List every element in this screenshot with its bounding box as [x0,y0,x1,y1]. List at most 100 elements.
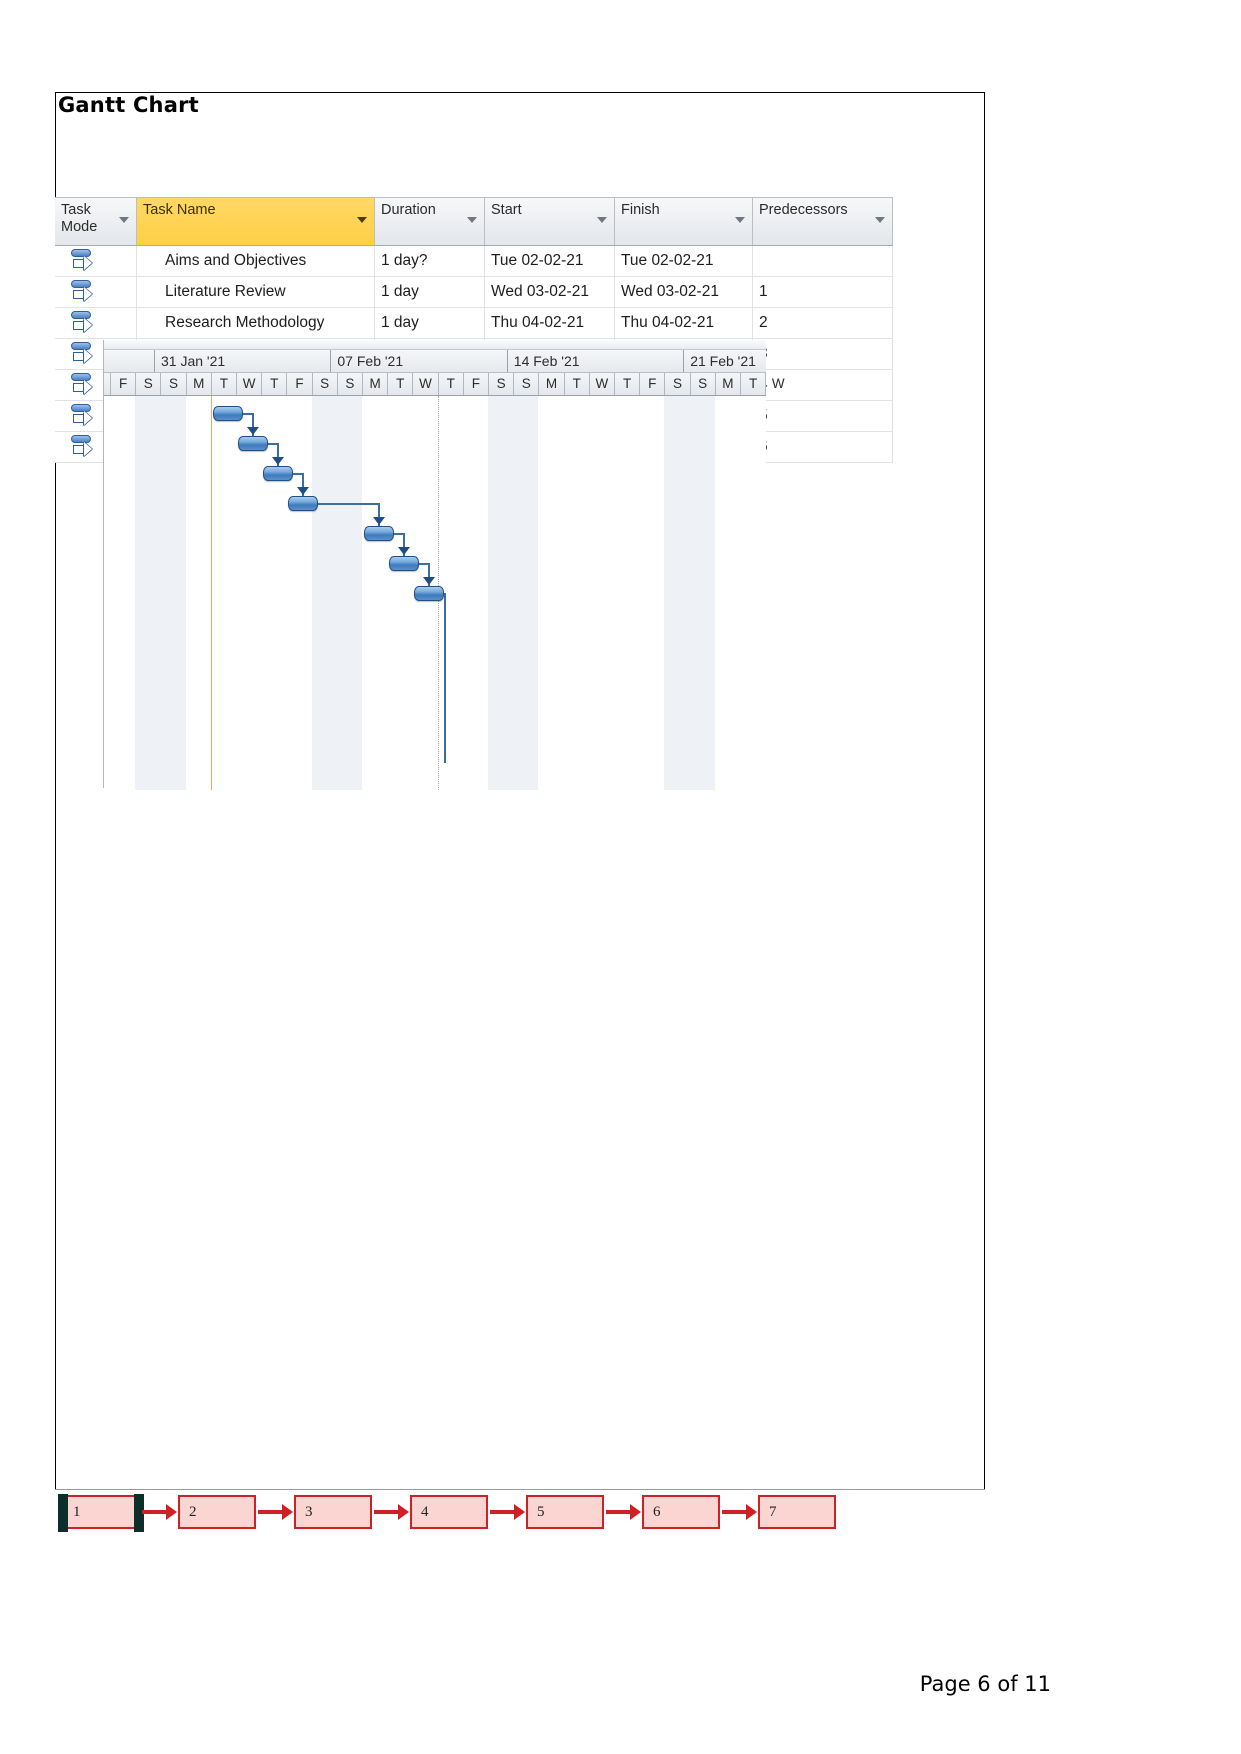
timeline-day-header: FSSMTWTFSSMTWTFSSMTWTFSSMTW [104,373,785,396]
dependency-arrow-icon [373,517,385,525]
chevron-down-icon[interactable] [357,217,367,223]
dependency-arrow-icon [423,577,436,585]
cell-start[interactable]: Tue 02-02-21 [485,246,615,276]
flow-node[interactable]: 4 [410,1495,488,1529]
column-header-task-mode[interactable]: Task Mode [55,198,137,245]
dependency-link [419,563,429,565]
dependency-link [268,443,278,445]
cell-start[interactable]: Wed 03-02-21 [485,277,615,307]
cell-task-name[interactable]: Research Methodology [137,308,375,338]
flow-connector [374,1510,398,1514]
cell-task-name[interactable]: Literature Review [137,277,375,307]
flow-node[interactable]: 7 [758,1495,836,1529]
chevron-down-icon[interactable] [467,217,477,223]
timeline-day-cell: W [412,373,437,395]
timeline-day-cell: S [513,373,538,395]
column-header-predecessors[interactable]: Predecessors [753,198,893,245]
timeline-day-cell: F [462,373,488,395]
column-header-finish[interactable]: Finish [615,198,753,245]
flow-diagram: 1 2 3 4 5 6 7 [58,1494,852,1532]
timeline-day-cell: T [563,373,589,395]
manually-scheduled-icon [71,249,93,273]
table-row[interactable]: Literature Review 1 day Wed 03-02-21 Wed 03… [55,277,893,308]
flow-arrow-icon [398,1504,409,1520]
page-number: Page 6 of 11 [919,1672,1051,1696]
flow-node-selected[interactable]: 1 [58,1494,144,1532]
gantt-bar[interactable] [389,556,420,571]
timeline-day-cell: S [664,373,689,395]
gantt-bar[interactable] [288,496,319,511]
flow-connector [258,1510,282,1514]
timeline-week-label: 07 Feb '21 [330,350,506,372]
weekend-shading [488,396,514,790]
gantt-splitter-bar[interactable] [104,340,766,350]
timeline-day-cell: T [437,373,463,395]
flow-arrow-icon [282,1504,293,1520]
dependency-link [394,533,404,535]
flow-node[interactable]: 6 [642,1495,720,1529]
flow-connector [142,1510,166,1514]
dependency-link [293,473,303,475]
manually-scheduled-icon [71,435,93,459]
flow-node-label: 1 [73,1504,81,1520]
chevron-down-icon[interactable] [735,217,745,223]
column-header-finish-label: Finish [621,202,660,218]
flow-node-label: 6 [653,1504,661,1520]
chevron-down-icon[interactable] [875,217,885,223]
timeline-day-cell: F [286,373,311,395]
flow-arrow-icon [166,1504,177,1520]
manually-scheduled-icon [71,280,93,304]
cell-duration[interactable]: 1 day [375,308,485,338]
gantt-chart-body[interactable] [104,396,766,790]
flow-node[interactable]: 3 [294,1495,372,1529]
cell-duration[interactable]: 1 day? [375,246,485,276]
cell-start[interactable]: Thu 04-02-21 [485,308,615,338]
chevron-down-icon[interactable] [119,217,129,223]
flow-node[interactable]: 2 [178,1495,256,1529]
timeline-day-cell: T [387,373,412,395]
timeline-day-cell: M [362,373,387,395]
column-header-start[interactable]: Start [485,198,615,245]
dependency-link [444,593,446,763]
cell-predecessors[interactable]: 1 [753,277,893,307]
column-header-start-label: Start [491,202,522,218]
status-date-line [210,396,212,790]
timeline-day-cell: S [311,373,337,395]
column-header-duration[interactable]: Duration [375,198,485,245]
manually-scheduled-icon [71,373,93,397]
flow-node-label: 3 [305,1504,313,1520]
timeline-day-cell: S [160,373,185,395]
cell-task-mode[interactable] [55,246,137,276]
column-header-task-name[interactable]: Task Name [137,198,375,245]
gantt-bar[interactable] [414,586,445,601]
gantt-bar[interactable] [212,406,243,421]
page-title: Gantt Chart [58,93,199,117]
timeline-day-cell: W [765,373,790,395]
cell-task-mode[interactable] [55,308,137,338]
dependency-link [242,413,252,415]
cell-predecessors[interactable] [753,246,893,276]
cell-predecessors[interactable]: 6 [753,432,893,462]
cell-duration[interactable]: 1 day [375,277,485,307]
cell-finish[interactable]: Wed 03-02-21 [615,277,753,307]
table-row[interactable]: Aims and Objectives 1 day? Tue 02-02-21 Tue… [55,246,893,277]
flow-connector [606,1510,630,1514]
cell-finish[interactable]: Thu 04-02-21 [615,308,753,338]
gantt-bar[interactable] [263,466,294,481]
cell-finish[interactable]: Tue 02-02-21 [615,246,753,276]
dependency-arrow-icon [398,547,411,555]
table-row[interactable]: Research Methodology 1 day Thu 04-02-21 Thu… [55,308,893,339]
flow-node[interactable]: 5 [526,1495,604,1529]
flow-arrow-icon [514,1504,525,1520]
cell-task-mode[interactable] [55,277,137,307]
gantt-bar[interactable] [364,526,394,541]
cell-predecessors[interactable]: 2 [753,308,893,338]
timeline-day-cell: T [614,373,639,395]
cell-predecessors[interactable]: 5 [753,401,893,431]
cell-task-name[interactable]: Aims and Objectives [137,246,375,276]
timeline-day-cell: T [210,373,236,395]
gantt-chart-pane[interactable]: 31 Jan '21 07 Feb '21 14 Feb '21 21 Feb '21… [103,340,785,790]
chevron-down-icon[interactable] [597,217,607,223]
weekend-shading [311,396,337,790]
gantt-bar[interactable] [238,436,268,451]
